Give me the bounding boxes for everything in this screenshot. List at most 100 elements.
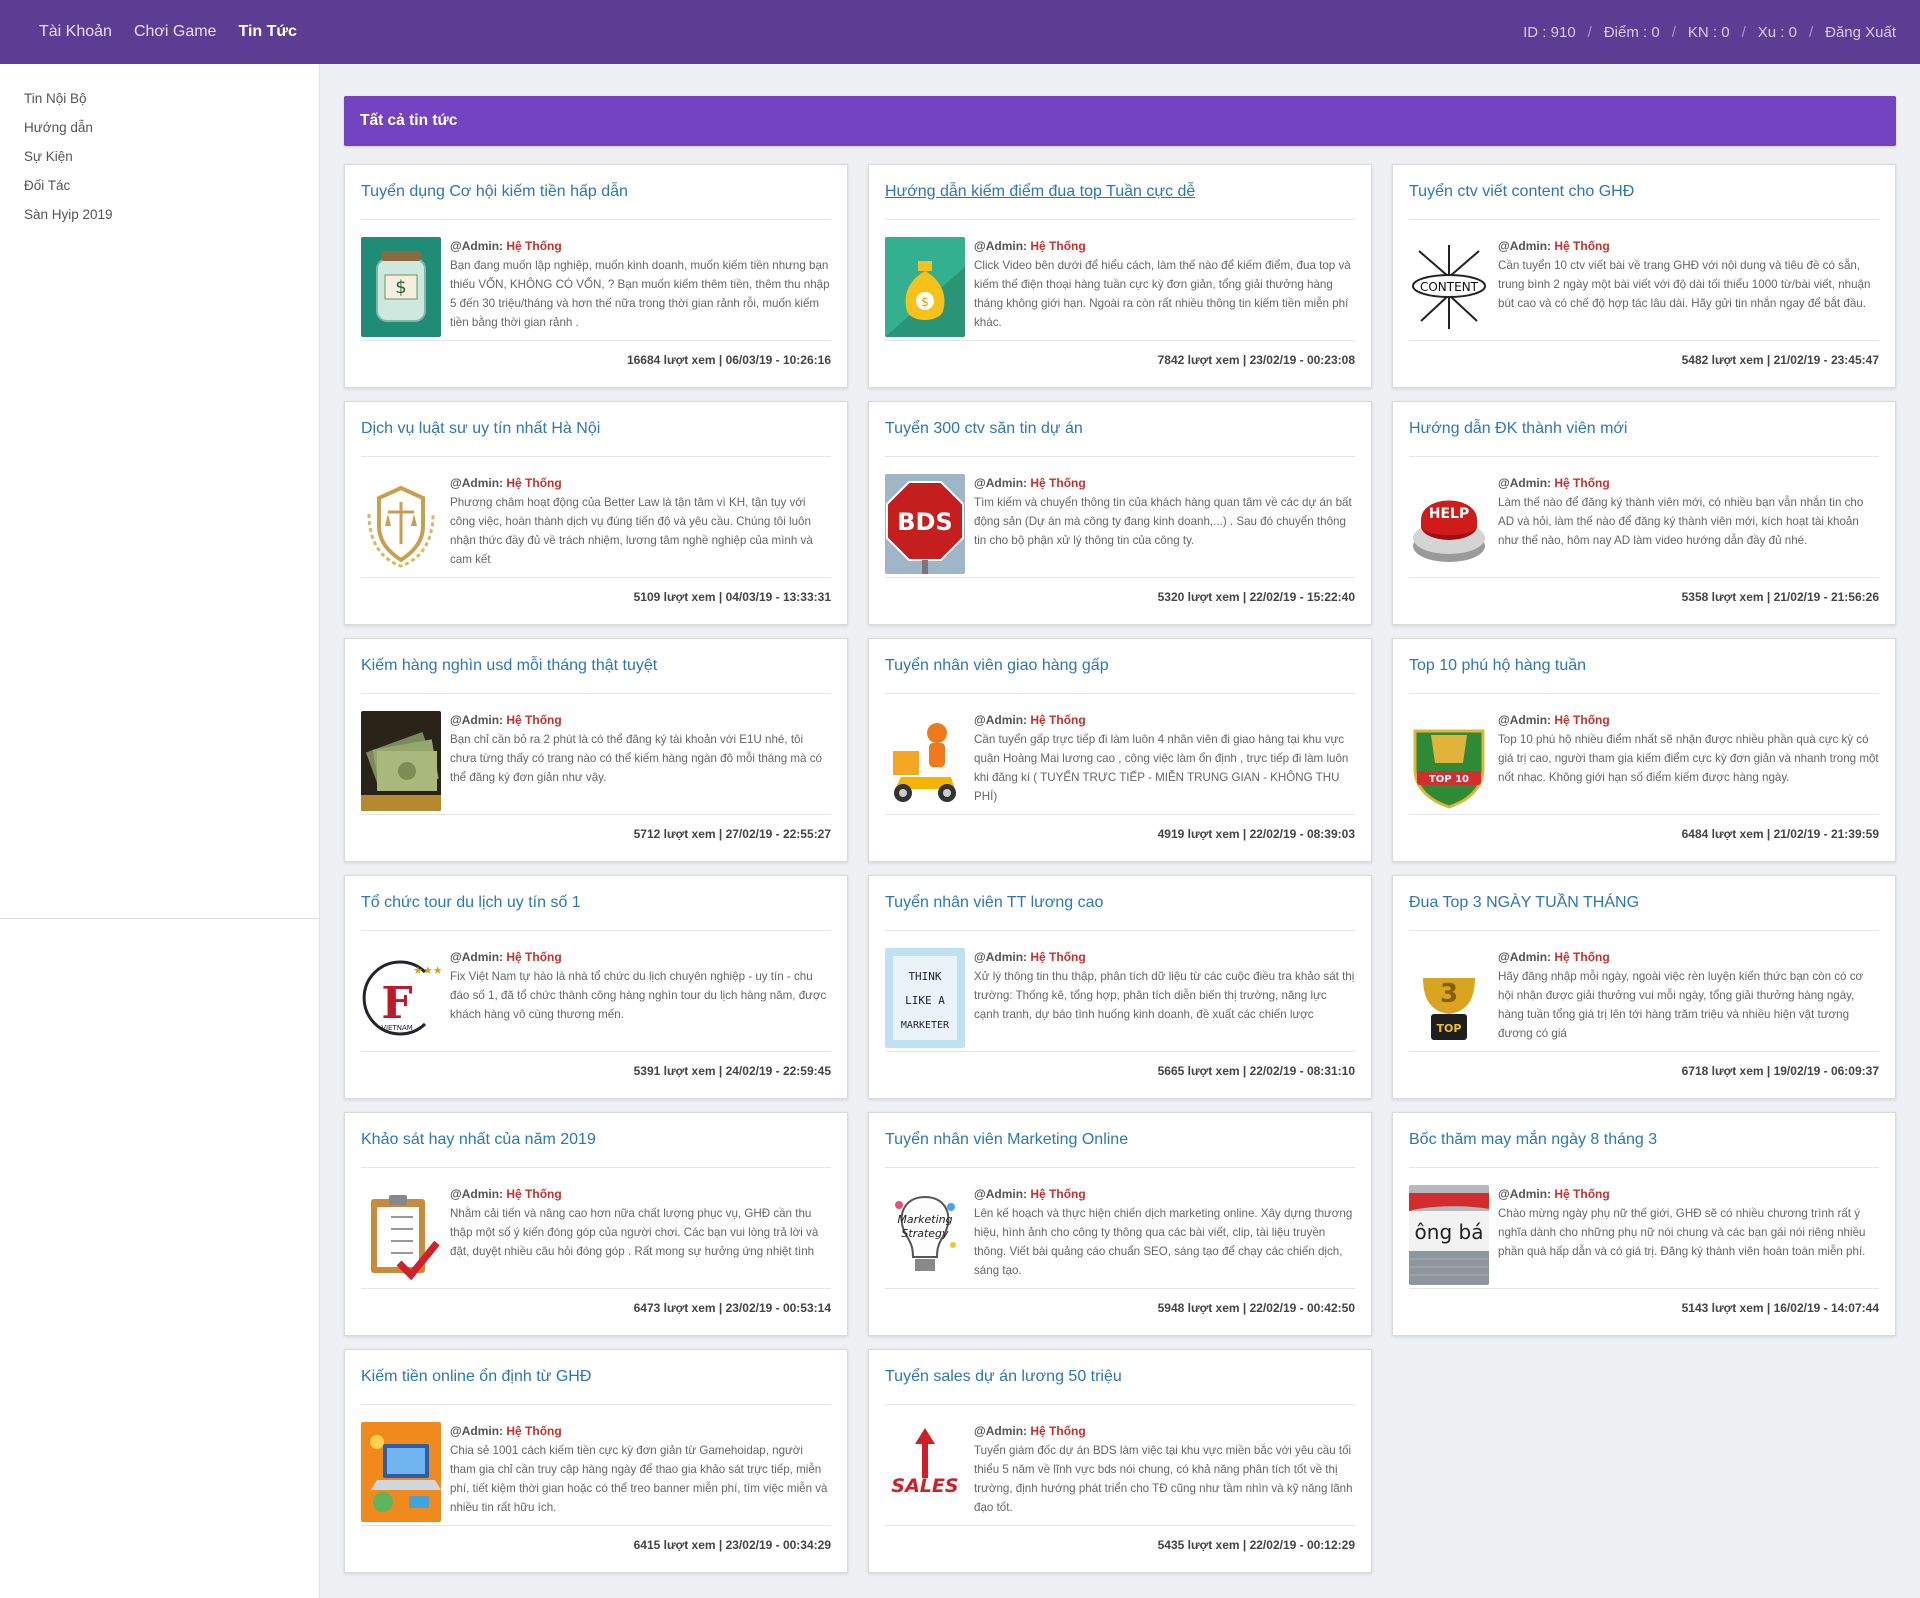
sidebar-item-san-hyip-2019[interactable]: Sàn Hyip 2019 <box>0 200 319 229</box>
nav-choi-game[interactable]: Chơi Game <box>134 23 217 41</box>
user-stats: ID : 910 / Điểm : 0 / KN : 0 / Xu : 0 / … <box>1523 24 1896 41</box>
news-title-link[interactable]: Kiếm hàng nghìn usd mỗi tháng thật tuyệt <box>361 639 831 694</box>
news-meta: 5391 lượt xem | 24/02/19 - 22:59:45 <box>361 1051 831 1098</box>
svg-text:HELP: HELP <box>1429 506 1469 522</box>
news-title-link[interactable]: Đua Top 3 NGÀY TUẦN THÁNG <box>1409 876 1879 931</box>
news-excerpt: Bạn chỉ cần bỏ ra 2 phút là có thể đăng … <box>450 733 822 784</box>
author-name: Hệ Thống <box>1554 476 1610 490</box>
news-card-body: CONTENT @Admin: Hệ Thống Cần tuyển 10 ctv … <box>1409 237 1879 337</box>
champions-badge-icon[interactable]: TOP 10 <box>1409 711 1489 811</box>
laptop-money-icon[interactable] <box>361 1422 441 1522</box>
marketing-bulb-icon[interactable]: Marketing Strategy <box>885 1185 965 1285</box>
news-title-link[interactable]: Tổ chức tour du lịch uy tín số 1 <box>361 876 831 931</box>
user-points: Điểm : 0 <box>1603 23 1660 41</box>
news-card: Dịch vụ luật sư uy tín nhất Hà Nội @Admin… <box>344 401 848 625</box>
news-meta: 16684 lượt xem | 06/03/19 - 10:26:16 <box>361 340 831 387</box>
news-card-body: SALES @Admin: Hệ Thống Tuyển giám đốc dự á… <box>885 1422 1355 1522</box>
news-meta: 6415 lượt xem | 23/02/19 - 00:34:29 <box>361 1525 831 1572</box>
news-title-link[interactable]: Tuyển sales dự án lương 50 triệu <box>885 1350 1355 1405</box>
svg-text:Marketing: Marketing <box>897 1213 952 1226</box>
author-prefix: @Admin: <box>1498 950 1552 964</box>
sidebar-menu: Tin Nội Bộ Hướng dẫn Sự Kiện Đối Tác Sàn… <box>0 64 319 229</box>
sales-arrow-icon[interactable]: SALES <box>885 1422 965 1522</box>
sidebar: Tin Nội Bộ Hướng dẫn Sự Kiện Đối Tác Sàn… <box>0 64 320 1598</box>
f-vietnam-logo-icon[interactable]: F★★★★ VIETNAM <box>361 948 441 1048</box>
news-excerpt: Chia sẻ 1001 cách kiếm tiền cực kỳ đơn g… <box>450 1444 828 1514</box>
news-author: @Admin: Hệ Thống <box>1498 237 1879 256</box>
author-prefix: @Admin: <box>974 239 1028 253</box>
think-like-marketer-icon[interactable]: THINK LIKE A MARKETER <box>885 948 965 1048</box>
news-card: Top 10 phú hộ hàng tuần TOP 10 @Admin: Hệ … <box>1392 638 1896 862</box>
money-jar-icon[interactable]: $ <box>361 237 441 337</box>
news-info: @Admin: Hệ Thống Bạn đang muốn lập nghiệp… <box>450 237 831 337</box>
news-card-body: BDS @Admin: Hệ Thống Tìm kiếm và chuyển th… <box>885 474 1355 574</box>
money-bag-icon[interactable]: $ <box>885 237 965 337</box>
news-title-link[interactable]: Tuyển ctv viết content cho GHĐ <box>1409 165 1879 220</box>
news-card-body: @Admin: Hệ Thống Chia sẻ 1001 cách kiếm t… <box>361 1422 831 1522</box>
law-scale-shield-icon[interactable] <box>361 474 441 574</box>
logout-link[interactable]: Đăng Xuất <box>1825 24 1896 41</box>
news-author: @Admin: Hệ Thống <box>450 1185 831 1204</box>
news-title-link[interactable]: Kiếm tiền online ổn định từ GHĐ <box>361 1350 831 1405</box>
user-xu: Xu : 0 <box>1757 23 1797 41</box>
author-name: Hệ Thống <box>1030 713 1086 727</box>
author-prefix: @Admin: <box>974 1424 1028 1438</box>
survey-clipboard-icon[interactable] <box>361 1185 441 1285</box>
news-meta: 7842 lượt xem | 23/02/19 - 00:23:08 <box>885 340 1355 387</box>
sidebar-divider <box>0 918 320 919</box>
news-info: @Admin: Hệ Thống Top 10 phú hộ nhiều điểm… <box>1498 711 1879 811</box>
help-button-icon[interactable]: HELP <box>1409 474 1489 574</box>
news-title-link[interactable]: Tuyển 300 ctv săn tin dự án <box>885 402 1355 457</box>
news-title-link[interactable]: Tuyển dụng Cơ hội kiếm tiền hấp dẫn <box>361 165 831 220</box>
page-title: Tất cả tin tức <box>344 96 1896 146</box>
sidebar-item-su-kien[interactable]: Sự Kiện <box>0 142 319 171</box>
news-title-link[interactable]: Hướng dẫn ĐK thành viên mới <box>1409 402 1879 457</box>
svg-text:3: 3 <box>1440 979 1458 1009</box>
nav-tin-tuc[interactable]: Tin Tức <box>238 23 296 41</box>
news-grid: Tuyển dụng Cơ hội kiếm tiền hấp dẫn $ @Adm… <box>344 164 1896 1586</box>
author-prefix: @Admin: <box>1498 1187 1552 1201</box>
sidebar-item-tin-noi-bo[interactable]: Tin Nội Bộ <box>0 84 319 113</box>
user-kn: KN : 0 <box>1687 23 1730 41</box>
news-info: @Admin: Hệ Thống Chào mừng ngày phụ nữ th… <box>1498 1185 1879 1285</box>
content-arrows-icon[interactable]: CONTENT <box>1409 237 1489 337</box>
news-excerpt: Top 10 phú hộ nhiều điểm nhất sẽ nhận đư… <box>1498 733 1879 784</box>
author-name: Hệ Thống <box>1554 1187 1610 1201</box>
bds-stop-sign-icon[interactable]: BDS <box>885 474 965 574</box>
news-card-body: F★★★★ VIETNAM @Admin: Hệ Thống Fix Việt Nam… <box>361 948 831 1048</box>
news-title-link[interactable]: Khảo sát hay nhất của năm 2019 <box>361 1113 831 1168</box>
news-title-link[interactable]: Tuyển nhân viên giao hàng gấp <box>885 639 1355 694</box>
svg-text:VIETNAM: VIETNAM <box>381 1024 413 1032</box>
news-excerpt: Bạn đang muốn lập nghiệp, muốn kinh doan… <box>450 259 830 329</box>
news-author: @Admin: Hệ Thống <box>974 237 1355 256</box>
sidebar-item-doi-tac[interactable]: Đối Tác <box>0 171 319 200</box>
news-info: @Admin: Hệ Thống Cần tuyển 10 ctv viết bà… <box>1498 237 1879 337</box>
nav-tai-khoan[interactable]: Tài Khoản <box>39 23 112 41</box>
news-title-link[interactable]: Hướng dẫn kiếm điểm đua top Tuần cực dễ <box>885 165 1355 220</box>
cash-stack-icon[interactable] <box>361 711 441 811</box>
news-title-link[interactable]: Dịch vụ luật sư uy tín nhất Hà Nội <box>361 402 831 457</box>
news-author: @Admin: Hệ Thống <box>974 474 1355 493</box>
news-card: Tuyển sales dự án lương 50 triệu SALES @Ad… <box>868 1349 1372 1573</box>
news-excerpt: Tuyển giám đốc dự án BDS làm việc tại kh… <box>974 1444 1353 1514</box>
news-title-link[interactable]: Bốc thăm may mắn ngày 8 tháng 3 <box>1409 1113 1879 1168</box>
author-name: Hệ Thống <box>1030 1424 1086 1438</box>
news-excerpt: Cần tuyển 10 ctv viết bài về trang GHĐ v… <box>1498 259 1871 310</box>
news-meta: 5435 lượt xem | 22/02/19 - 00:12:29 <box>885 1525 1355 1572</box>
top3-trophy-icon[interactable]: 3 TOP <box>1409 948 1489 1048</box>
news-title-link[interactable]: Top 10 phú hộ hàng tuần <box>1409 639 1879 694</box>
svg-text:F: F <box>381 978 412 1029</box>
news-meta: 5109 lượt xem | 04/03/19 - 13:33:31 <box>361 577 831 624</box>
news-title-link[interactable]: Tuyển nhân viên TT lương cao <box>885 876 1355 931</box>
news-meta: 5482 lượt xem | 21/02/19 - 23:45:47 <box>1409 340 1879 387</box>
news-title-link[interactable]: Tuyển nhân viên Marketing Online <box>885 1113 1355 1168</box>
news-info: @Admin: Hệ Thống Fix Việt Nam tự hào là n… <box>450 948 831 1048</box>
author-prefix: @Admin: <box>450 950 504 964</box>
news-card: Tổ chức tour du lịch uy tín số 1 F★★★★ VIE… <box>344 875 848 1099</box>
author-prefix: @Admin: <box>1498 476 1552 490</box>
sidebar-item-huong-dan[interactable]: Hướng dẫn <box>0 113 319 142</box>
user-id: ID : 910 <box>1523 23 1576 41</box>
delivery-scooter-icon[interactable] <box>885 711 965 811</box>
storefront-sign-icon[interactable]: ông bá <box>1409 1185 1489 1285</box>
news-author: @Admin: Hệ Thống <box>450 237 831 256</box>
